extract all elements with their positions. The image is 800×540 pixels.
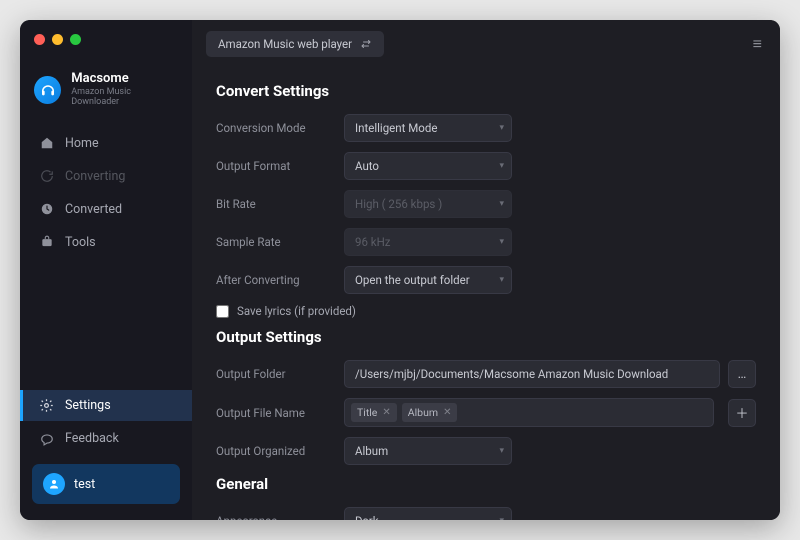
- menu-button[interactable]: ≡: [749, 30, 766, 58]
- chevron-down-icon: ▾: [499, 237, 504, 247]
- chevron-down-icon: ▾: [499, 199, 504, 209]
- select-value: Intelligent Mode: [344, 114, 512, 142]
- sidebar-item-settings[interactable]: Settings: [20, 390, 192, 421]
- sidebar-item-feedback[interactable]: Feedback: [20, 423, 192, 454]
- checkbox-save-lyrics[interactable]: [216, 305, 229, 318]
- close-icon[interactable]: [34, 34, 45, 45]
- sidebar-item-label: Settings: [65, 398, 111, 413]
- label-conversion-mode: Conversion Mode: [216, 121, 344, 135]
- label-after-converting: After Converting: [216, 273, 344, 287]
- converting-icon: [39, 169, 54, 184]
- sidebar-item-label: Converting: [65, 169, 125, 184]
- filename-tag-input[interactable]: Title ✕ Album ✕: [344, 398, 714, 427]
- sidebar-item-label: Converted: [65, 202, 122, 217]
- feedback-icon: [39, 431, 54, 446]
- remove-tag-icon[interactable]: ✕: [382, 407, 390, 418]
- row-conversion-mode: Conversion Mode Intelligent Mode ▾: [216, 114, 756, 142]
- select-value: 96 kHz: [344, 228, 512, 256]
- avatar-icon: [43, 473, 65, 495]
- row-save-lyrics: Save lyrics (if provided): [216, 304, 756, 318]
- user-account[interactable]: test: [32, 464, 180, 504]
- chevron-down-icon: ▾: [499, 275, 504, 285]
- section-title-general: General: [216, 475, 756, 493]
- label-output-folder: Output Folder: [216, 367, 344, 381]
- brand: Macsome Amazon Music Downloader: [20, 64, 192, 124]
- row-appearance: Appearance Dark ▾: [216, 507, 756, 520]
- gear-icon: [39, 398, 54, 413]
- section-title-output: Output Settings: [216, 328, 756, 346]
- select-value: Open the output folder: [344, 266, 512, 294]
- main: Amazon Music web player ≡ Convert Settin…: [192, 20, 780, 520]
- hamburger-icon: ≡: [753, 34, 762, 53]
- maximize-icon[interactable]: [70, 34, 81, 45]
- label-output-format: Output Format: [216, 159, 344, 173]
- label-save-lyrics: Save lyrics (if provided): [237, 304, 356, 318]
- select-value: Album: [344, 437, 512, 465]
- window-controls: [34, 34, 81, 45]
- user-name: test: [74, 477, 95, 492]
- add-tag-button[interactable]: ＋: [728, 399, 756, 427]
- home-icon: [39, 136, 54, 151]
- row-output-organized: Output Organized Album ▾: [216, 437, 756, 465]
- sidebar-item-home[interactable]: Home: [20, 128, 192, 159]
- select-value: Auto: [344, 152, 512, 180]
- select-output-organized[interactable]: Album ▾: [344, 437, 512, 465]
- input-output-folder[interactable]: /Users/mjbj/Documents/Macsome Amazon Mus…: [344, 360, 720, 388]
- settings-content: Convert Settings Conversion Mode Intelli…: [192, 64, 780, 520]
- brand-logo-icon: [34, 76, 61, 104]
- row-sample-rate: Sample Rate 96 kHz ▾: [216, 228, 756, 256]
- section-title-convert: Convert Settings: [216, 82, 756, 100]
- select-conversion-mode[interactable]: Intelligent Mode ▾: [344, 114, 512, 142]
- chevron-down-icon: ▾: [499, 123, 504, 133]
- label-appearance: Appearance: [216, 514, 344, 520]
- nav: Home Converting Converted Tools: [20, 128, 192, 258]
- select-output-format[interactable]: Auto ▾: [344, 152, 512, 180]
- select-after-converting[interactable]: Open the output folder ▾: [344, 266, 512, 294]
- nav-bottom: Settings Feedback: [20, 390, 192, 454]
- row-output-format: Output Format Auto ▾: [216, 152, 756, 180]
- remove-tag-icon[interactable]: ✕: [443, 407, 451, 418]
- app-window: Macsome Amazon Music Downloader Home Con…: [20, 20, 780, 520]
- label-output-organized: Output Organized: [216, 444, 344, 458]
- chevron-down-icon: ▾: [499, 516, 504, 520]
- sidebar-item-label: Home: [65, 136, 99, 151]
- select-bit-rate: High ( 256 kbps ) ▾: [344, 190, 512, 218]
- brand-subtitle: Amazon Music Downloader: [71, 87, 178, 108]
- sidebar-item-tools[interactable]: Tools: [20, 227, 192, 258]
- label-bit-rate: Bit Rate: [216, 197, 344, 211]
- sidebar-item-converted[interactable]: Converted: [20, 194, 192, 225]
- row-after-converting: After Converting Open the output folder …: [216, 266, 756, 294]
- swap-icon: [360, 38, 372, 50]
- ellipsis-icon: …: [738, 367, 747, 382]
- select-value: High ( 256 kbps ): [344, 190, 512, 218]
- select-sample-rate: 96 kHz ▾: [344, 228, 512, 256]
- tools-icon: [39, 235, 54, 250]
- sidebar: Macsome Amazon Music Downloader Home Con…: [20, 20, 192, 520]
- converted-icon: [39, 202, 54, 217]
- label-sample-rate: Sample Rate: [216, 235, 344, 249]
- row-bit-rate: Bit Rate High ( 256 kbps ) ▾: [216, 190, 756, 218]
- label-output-filename: Output File Name: [216, 406, 344, 420]
- tag-album: Album ✕: [402, 403, 458, 422]
- row-output-filename: Output File Name Title ✕ Album ✕ ＋: [216, 398, 756, 427]
- source-selector[interactable]: Amazon Music web player: [206, 31, 384, 57]
- minimize-icon[interactable]: [52, 34, 63, 45]
- select-appearance[interactable]: Dark ▾: [344, 507, 512, 520]
- chevron-down-icon: ▾: [499, 446, 504, 456]
- sidebar-item-label: Feedback: [65, 431, 119, 446]
- topbar: Amazon Music web player ≡: [192, 20, 780, 64]
- plus-icon: ＋: [735, 403, 748, 422]
- sidebar-item-label: Tools: [65, 235, 96, 250]
- row-output-folder: Output Folder /Users/mjbj/Documents/Macs…: [216, 360, 756, 388]
- chevron-down-icon: ▾: [499, 161, 504, 171]
- folder-path: /Users/mjbj/Documents/Macsome Amazon Mus…: [344, 360, 720, 388]
- browse-folder-button[interactable]: …: [728, 360, 756, 388]
- select-value: Dark: [344, 507, 512, 520]
- brand-name: Macsome: [71, 72, 178, 87]
- tag-title: Title ✕: [351, 403, 397, 422]
- sidebar-item-converting[interactable]: Converting: [20, 161, 192, 192]
- source-label: Amazon Music web player: [218, 37, 352, 51]
